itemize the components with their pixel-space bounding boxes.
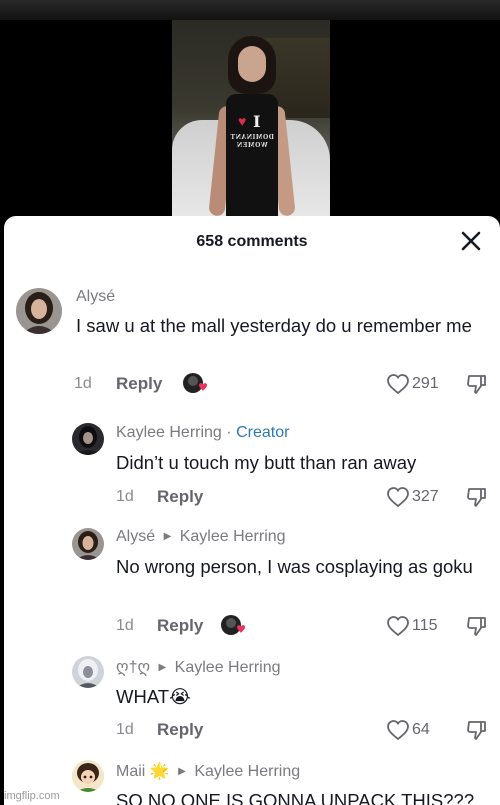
dislike-button[interactable]: [466, 486, 488, 513]
watermark: imgflip.com: [4, 790, 60, 802]
heart-outline-icon: [387, 487, 409, 508]
user-avatar-icon: [72, 423, 104, 455]
like-button[interactable]: [386, 615, 410, 642]
thumbs-down-icon: [467, 721, 486, 740]
reply-arrow-icon: ▶: [163, 531, 172, 542]
user-avatar-icon: [72, 528, 104, 560]
comment-text: I saw u at the mall yesterday do u remem…: [76, 315, 472, 336]
comment-text: SO NO ONE IS GONNA UNPACK THIS???: [116, 790, 475, 805]
like-count: 115: [412, 617, 438, 634]
thumbs-down-icon: [467, 488, 486, 507]
comment-actions: 1d Reply 291: [74, 373, 494, 395]
comment-actions: 1d Reply 327: [116, 486, 496, 508]
dislike-button[interactable]: [466, 719, 488, 746]
shirt-text-line2: WOMEN: [236, 142, 268, 149]
reply-arrow-icon: ▶: [158, 662, 167, 673]
reply-item: Kaylee Herring · Creator Didn’t u touch …: [4, 420, 500, 520]
comment-actions: 1d Reply 115: [116, 615, 496, 637]
video-frame: ♥ I DOMINANT WOMEN: [172, 20, 330, 220]
avatar[interactable]: [16, 288, 62, 334]
creator-badge: Creator: [236, 424, 290, 441]
like-count: 327: [412, 488, 439, 505]
comment-time: 1d: [116, 488, 134, 505]
reply-to-name: Kaylee Herring: [179, 528, 286, 545]
comments-count-title: 658 comments: [196, 233, 308, 250]
person-shirt: ♥ I DOMINANT WOMEN: [226, 94, 278, 220]
comments-header: 658 comments: [4, 216, 500, 266]
like-count: 64: [412, 721, 430, 738]
heart-outline-icon: [387, 720, 409, 741]
comment-time: 1d: [116, 617, 134, 634]
reply-item: Maii 🌟 ▶ Kaylee Herring SO NO ONE IS GON…: [4, 760, 500, 805]
reply-arrow-icon: ▶: [178, 766, 186, 777]
comments-sheet: 658 comments Alysé I saw u at the mall y…: [4, 216, 500, 805]
comment-text: Didn’t u touch my butt than ran away: [116, 452, 417, 473]
author-name: Maii 🌟: [116, 763, 170, 780]
avatar[interactable]: [72, 528, 104, 560]
dislike-button[interactable]: [466, 615, 488, 642]
author-name: Alysé: [116, 528, 156, 545]
video-person: ♥ I DOMINANT WOMEN: [208, 36, 296, 220]
comment-text: WHAT😭: [116, 686, 191, 707]
close-icon: [461, 231, 481, 251]
reply-button[interactable]: Reply: [116, 374, 162, 394]
reply-item: ღ†ღ ▶ Kaylee Herring WHAT😭 1d Reply 64: [4, 656, 500, 746]
reply-button[interactable]: Reply: [157, 616, 203, 636]
dislike-button[interactable]: [466, 373, 488, 400]
comment-author[interactable]: Kaylee Herring · Creator: [116, 424, 289, 442]
shirt-text: DOMINANT WOMEN: [226, 134, 278, 150]
heart-outline-icon: [387, 374, 409, 395]
user-avatar-icon: [16, 288, 62, 334]
shirt-letter: I: [253, 112, 261, 131]
author-name: Kaylee Herring: [116, 424, 222, 441]
author-name: ღ†ღ: [116, 659, 151, 676]
avatar[interactable]: [72, 760, 104, 792]
reply-to-name: Kaylee Herring: [194, 763, 301, 780]
like-count: 291: [412, 375, 439, 392]
like-button[interactable]: [386, 719, 410, 746]
heart-outline-icon: [387, 616, 409, 637]
avatar[interactable]: [72, 656, 104, 688]
close-button[interactable]: [460, 230, 482, 252]
comment-time: 1d: [116, 721, 134, 738]
creator-liked-sticker: [182, 371, 208, 397]
avatar[interactable]: [72, 423, 104, 455]
reply-button[interactable]: Reply: [157, 487, 203, 507]
shirt-text-line1: DOMINANT: [230, 134, 274, 141]
creator-liked-sticker: [220, 613, 246, 639]
shirt-heart-icon: ♥: [238, 113, 247, 129]
author-separator: ·: [226, 424, 232, 441]
comment-author[interactable]: ღ†ღ ▶ Kaylee Herring: [116, 657, 281, 677]
person-face: [238, 46, 266, 82]
reply-button[interactable]: Reply: [157, 720, 203, 740]
video-player[interactable]: ♥ I DOMINANT WOMEN: [0, 0, 500, 232]
comment-text: No wrong person, I was cosplaying as gok…: [116, 556, 473, 577]
comment-item: Alysé I saw u at the mall yesterday do u…: [4, 284, 500, 402]
like-button[interactable]: [386, 486, 410, 513]
comment-author[interactable]: Alysé ▶ Kaylee Herring: [116, 528, 286, 546]
comment-time: 1d: [74, 375, 92, 392]
reply-to-name: Kaylee Herring: [174, 659, 281, 676]
thumbs-down-icon: [467, 375, 486, 394]
video-top-bar: [0, 0, 500, 20]
comment-author[interactable]: Alysé: [76, 288, 115, 306]
comment-author[interactable]: Maii 🌟 ▶ Kaylee Herring: [116, 761, 300, 781]
comment-actions: 1d Reply 64: [116, 719, 496, 741]
like-button[interactable]: [386, 373, 410, 400]
user-avatar-icon: [72, 656, 104, 688]
reply-item: Alysé ▶ Kaylee Herring No wrong person, …: [4, 526, 500, 646]
user-avatar-icon: [72, 760, 104, 792]
thumbs-down-icon: [467, 617, 486, 636]
